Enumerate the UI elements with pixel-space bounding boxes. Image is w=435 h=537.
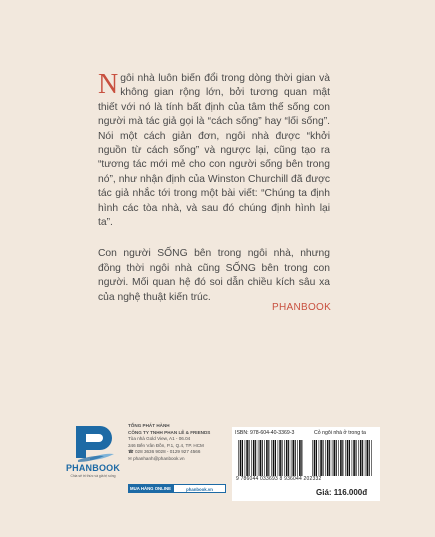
- publisher-info-line: 346 Bến Vân Đồn, P.1, Q.4, TP. HCM: [128, 442, 204, 448]
- publisher-info: TỔNG PHÁT HÀNH CÔNG TY TNHH PHAN LÊ & FR…: [128, 423, 228, 463]
- publisher-signature: PHANBOOK: [272, 302, 332, 313]
- publisher-info-line: TỔNG PHÁT HÀNH: [128, 423, 170, 428]
- isbn-text: ISBN: 978-604-40-3369-3: [235, 430, 295, 436]
- book-back-cover: Ngôi nhà luôn biến đổi trong dòng thời g…: [0, 0, 435, 537]
- quote-paragraph-1-text: gôi nhà luôn biến đổi trong dòng thời gi…: [98, 73, 330, 229]
- quote-block: Ngôi nhà luôn biến đổi trong dòng thời g…: [98, 69, 330, 305]
- publisher-info-line: Tòa nhà Gold View, A1 - 06.04: [128, 436, 191, 442]
- publisher-logo-name: PHANBOOK: [65, 463, 121, 473]
- quote-paragraph-1: Ngôi nhà luôn biến đổi trong dòng thời g…: [98, 69, 330, 230]
- quote-paragraph-2: Con người SỐNG bên trong ngôi nhà, nhưng…: [98, 248, 330, 303]
- publisher-website: phanbook.vn: [173, 484, 226, 493]
- buy-online-label: MUA HÀNG ONLINE: [128, 484, 173, 493]
- barcode-image: [238, 440, 372, 476]
- buy-online-bar: MUA HÀNG ONLINE phanbook.vn: [128, 484, 226, 493]
- price-label: Giá: 116.000đ: [316, 488, 368, 497]
- phanbook-logo-icon: [76, 426, 114, 462]
- publisher-logo: PHANBOOK Chia sẻ tri thức và giá trị sốn…: [64, 422, 122, 478]
- publisher-info-line: ☎ 028 3636 9028 - 0129 927 4566: [128, 449, 201, 455]
- barcode-panel: ISBN: 978-604-40-3369-3 Cỏ ngôi nhà ở tr…: [232, 427, 380, 501]
- publisher-logo-tagline: Chia sẻ tri thức và giá trị sống: [70, 474, 116, 478]
- barcode-digits: 9 786044 033693 8 936044 202332: [236, 476, 322, 482]
- publisher-info-line: ✉ phanhanh@phanbook.vn: [128, 455, 185, 461]
- barcode-book-title: Cỏ ngôi nhà ở trong ta: [314, 430, 366, 436]
- publisher-info-line: CÔNG TY TNHH PHAN LÊ & FRIENDS: [128, 429, 211, 435]
- drop-cap: N: [98, 69, 119, 100]
